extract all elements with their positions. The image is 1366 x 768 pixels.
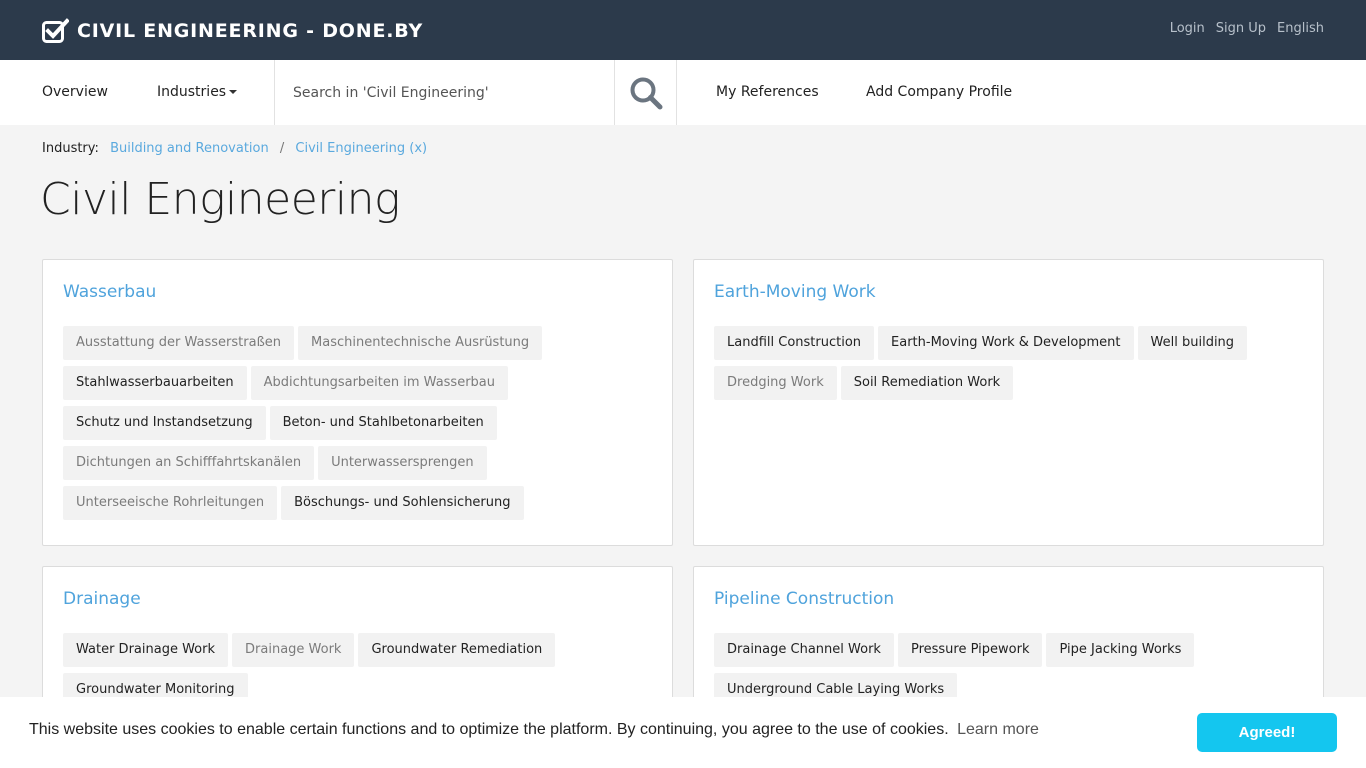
tag-chip[interactable]: Böschungs- und Sohlensicherung bbox=[281, 486, 524, 520]
breadcrumb-separator: / bbox=[279, 141, 285, 156]
nav-overview[interactable]: Overview bbox=[42, 60, 108, 125]
cookie-banner: This website uses cookies to enable cert… bbox=[0, 697, 1366, 768]
tag-chip[interactable]: Landfill Construction bbox=[714, 326, 875, 360]
tag-chip[interactable]: Unterwassersprengen bbox=[318, 446, 487, 480]
tag-chip[interactable]: Dredging Work bbox=[714, 366, 837, 400]
category-title-link[interactable]: Drainage bbox=[63, 589, 141, 609]
brand-name: CIVIL ENGINEERING - DONE.BY bbox=[77, 20, 424, 42]
category-title-link[interactable]: Earth-Moving Work bbox=[714, 282, 876, 302]
tag-list: Ausstattung der Wasserstraßen Maschinente… bbox=[63, 326, 655, 526]
category-title-link[interactable]: Pipeline Construction bbox=[714, 589, 894, 609]
top-header: CIVIL ENGINEERING - DONE.BY Login Sign U… bbox=[0, 0, 1366, 60]
tag-chip[interactable]: Well building bbox=[1137, 326, 1248, 360]
tag-chip[interactable]: Schutz und Instandsetzung bbox=[63, 406, 266, 440]
tag-list: Landfill Construction Earth-Moving Work &… bbox=[714, 326, 1306, 406]
tag-chip[interactable]: Maschinentechnische Ausrüstung bbox=[298, 326, 543, 360]
login-link[interactable]: Login bbox=[1170, 21, 1205, 36]
breadcrumb-item-building[interactable]: Building and Renovation bbox=[110, 141, 269, 156]
page-title: Civil Engineering bbox=[40, 174, 400, 225]
tag-chip[interactable]: Water Drainage Work bbox=[63, 633, 229, 667]
brand-logo-link[interactable]: CIVIL ENGINEERING - DONE.BY bbox=[42, 18, 423, 44]
nav-my-references[interactable]: My References bbox=[716, 60, 819, 125]
tag-chip[interactable]: Stahlwasserbauarbeiten bbox=[63, 366, 247, 400]
category-card: Earth-Moving Work Landfill Construction E… bbox=[693, 259, 1324, 546]
tag-chip[interactable]: Groundwater Remediation bbox=[358, 633, 556, 667]
category-card: Wasserbau Ausstattung der Wasserstraßen M… bbox=[42, 259, 673, 546]
tag-chip[interactable]: Abdichtungsarbeiten im Wasserbau bbox=[250, 366, 509, 400]
tag-chip[interactable]: Ausstattung der Wasserstraßen bbox=[63, 326, 295, 360]
cookie-learn-more-link[interactable]: Learn more bbox=[957, 721, 1039, 738]
cookie-agree-button[interactable]: Agreed! bbox=[1197, 713, 1337, 752]
signup-link[interactable]: Sign Up bbox=[1216, 21, 1266, 36]
search-bar bbox=[274, 60, 677, 125]
category-title-link[interactable]: Wasserbau bbox=[63, 282, 156, 302]
magnifier-icon bbox=[630, 77, 663, 109]
tag-chip[interactable]: Soil Remediation Work bbox=[840, 366, 1014, 400]
caret-down-icon bbox=[229, 90, 238, 94]
search-input[interactable] bbox=[275, 60, 614, 125]
checkbox-check-icon bbox=[42, 18, 69, 43]
tag-chip[interactable]: Pressure Pipework bbox=[897, 633, 1043, 667]
breadcrumb-item-civil-engineering[interactable]: Civil Engineering (x) bbox=[295, 141, 427, 156]
cookie-text: This website uses cookies to enable cert… bbox=[29, 721, 949, 738]
main-navbar: Overview Industries My References Add Co… bbox=[0, 60, 1366, 125]
breadcrumb-label: Industry: bbox=[42, 141, 99, 156]
search-button[interactable] bbox=[614, 60, 677, 125]
language-link[interactable]: English bbox=[1277, 21, 1324, 36]
tag-chip[interactable]: Beton- und Stahlbetonarbeiten bbox=[269, 406, 497, 440]
tag-chip[interactable]: Drainage Work bbox=[232, 633, 355, 667]
nav-industries-label: Industries bbox=[157, 84, 227, 100]
tag-chip[interactable]: Dichtungen an Schifffahrtskanälen bbox=[63, 446, 315, 480]
cookie-message: This website uses cookies to enable cert… bbox=[29, 721, 1039, 739]
tag-chip[interactable]: Earth-Moving Work & Development bbox=[878, 326, 1134, 360]
tag-chip[interactable]: Pipe Jacking Works bbox=[1046, 633, 1195, 667]
nav-add-company-profile[interactable]: Add Company Profile bbox=[866, 60, 1012, 125]
nav-industries-dropdown[interactable]: Industries bbox=[157, 60, 238, 125]
account-links: Login Sign Up English bbox=[1170, 21, 1324, 36]
tag-chip[interactable]: Unterseeische Rohrleitungen bbox=[63, 486, 278, 520]
breadcrumb: Industry: Building and Renovation / Civi… bbox=[42, 141, 427, 156]
tag-chip[interactable]: Drainage Channel Work bbox=[714, 633, 894, 667]
